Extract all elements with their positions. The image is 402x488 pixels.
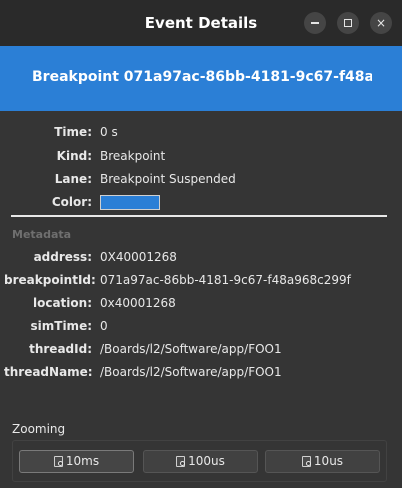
metadata-key: location: — [32, 296, 92, 310]
zoom-100us-button[interactable]: 100us — [143, 450, 258, 473]
metadata-value: 0 — [100, 319, 108, 333]
minimize-button[interactable] — [304, 12, 326, 34]
minimize-icon — [311, 21, 319, 24]
metadata-value: 071a97ac-86bb-4181-9c67-f48a968c299f — [100, 273, 351, 287]
zoom-icon — [53, 456, 63, 467]
metadata-value: /Boards/l2/Software/app/FOO1 — [100, 342, 282, 356]
event-banner: Breakpoint 071a97ac-86bb-4181-9c67-f48a9… — [0, 46, 402, 111]
close-icon: × — [375, 16, 387, 30]
zoom-button-label: 100us — [188, 454, 225, 468]
metadata-key: threadName: — [4, 365, 93, 379]
event-banner-title: Breakpoint 071a97ac-86bb-4181-9c67-f48a9… — [32, 69, 372, 85]
metadata-value: 0X40001268 — [100, 250, 177, 264]
maximize-icon — [344, 18, 352, 27]
metadata-key: breakpointId: — [4, 273, 96, 287]
zooming-label: Zooming — [12, 422, 66, 436]
event-details-window: Event Details × Breakpoint 071a97ac-86bb… — [0, 0, 402, 488]
color-label: Color: — [51, 195, 92, 209]
metadata-key: threadId: — [29, 342, 92, 356]
time-value: 0 s — [100, 125, 118, 139]
zoom-icon — [301, 456, 311, 467]
metadata-value: /Boards/l2/Software/app/FOO1 — [100, 365, 282, 379]
metadata-heading: Metadata — [12, 228, 72, 241]
color-swatch — [100, 195, 160, 210]
lane-value: Breakpoint Suspended — [100, 172, 236, 186]
metadata-key: simTime: — [30, 319, 93, 333]
zoom-icon — [176, 456, 186, 467]
metadata-key: address: — [33, 250, 92, 264]
kind-label: Kind: — [56, 149, 92, 163]
lane-label: Lane: — [54, 172, 92, 186]
maximize-button[interactable] — [337, 12, 359, 34]
close-button[interactable]: × — [370, 12, 392, 34]
zoom-button-label: 10ms — [65, 454, 100, 468]
zoom-10ms-button[interactable]: 10ms — [19, 450, 134, 473]
time-label: Time: — [54, 125, 92, 139]
section-divider — [11, 215, 387, 217]
metadata-value: 0x40001268 — [100, 296, 176, 310]
zoom-10us-button[interactable]: 10us — [265, 450, 380, 473]
kind-value: Breakpoint — [100, 149, 166, 163]
title-bar: Event Details × — [0, 0, 402, 47]
zoom-button-label: 10us — [313, 454, 344, 468]
